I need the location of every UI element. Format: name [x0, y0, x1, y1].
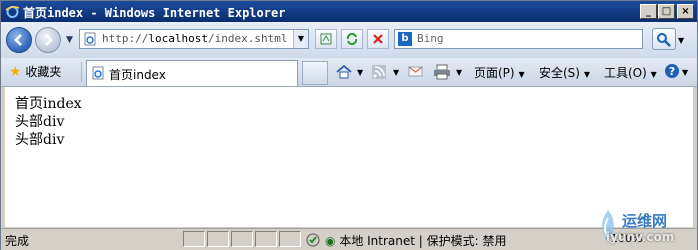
favorites-tab-bar: ★ 收藏夹 首页index ▼ ▼ ▼ 页面(P) ▼ 安全(S) ▼ 工具(O…: [1, 58, 697, 87]
address-url: http://localhost/index.shtml: [102, 32, 288, 45]
stop-icon: [373, 34, 383, 44]
address-dropdown-icon[interactable]: ▼: [293, 30, 308, 48]
ie-logo-icon: [5, 6, 20, 18]
content-line: 头部div: [15, 114, 65, 130]
status-pane: [279, 231, 301, 247]
forward-button[interactable]: [35, 27, 61, 53]
page-menu-label: 页面(P): [474, 66, 515, 80]
search-placeholder: Bing: [417, 32, 444, 45]
star-icon: ★: [9, 64, 22, 80]
mail-icon[interactable]: [407, 64, 425, 80]
print-dropdown-icon[interactable]: ▼: [456, 68, 462, 77]
minimize-button[interactable]: _: [640, 4, 657, 19]
maximize-button[interactable]: □: [658, 4, 675, 19]
forward-icon: [45, 34, 53, 46]
favorites-label: 收藏夹: [25, 65, 62, 79]
help-icon[interactable]: ?: [664, 63, 680, 79]
address-field[interactable]: http://localhost/index.shtml ▼: [79, 29, 309, 49]
status-pane: [183, 231, 205, 247]
back-icon: [14, 34, 22, 46]
svg-text:?: ?: [669, 65, 675, 78]
zone-text: 本地 Intranet | 保护模式: 禁用: [339, 234, 507, 248]
safety-menu[interactable]: 安全(S) ▼: [539, 64, 590, 81]
home-icon[interactable]: [335, 63, 353, 81]
page-icon: [84, 32, 96, 46]
bing-icon: b: [398, 32, 412, 46]
search-options-dropdown-icon[interactable]: ▼: [678, 36, 684, 45]
feeds-icon[interactable]: [371, 64, 387, 80]
back-button[interactable]: [6, 27, 32, 53]
stop-button[interactable]: [367, 29, 389, 49]
safety-menu-label: 安全(S): [539, 66, 580, 80]
divider: [81, 62, 82, 82]
protected-mode-icon[interactable]: [305, 232, 321, 248]
watermark-title: 运维网: [622, 212, 668, 230]
status-pane: [207, 231, 229, 247]
status-pane: [255, 231, 277, 247]
content-line: 头部div: [15, 132, 65, 148]
tab-label: 首页index: [109, 68, 166, 82]
window-title: 首页index - Windows Internet Explorer: [23, 6, 286, 20]
status-text: 完成: [5, 234, 30, 248]
address-toolbar: ▼ http://localhost/index.shtml ▼ b Bing …: [1, 22, 697, 58]
close-button[interactable]: ×: [677, 4, 694, 19]
search-go-icon: [657, 33, 671, 47]
tab-active[interactable]: 首页index: [86, 60, 298, 86]
browser-window: 首页index - Windows Internet Explorer _ □ …: [0, 0, 698, 250]
zone-info[interactable]: ◉ 本地 Intranet | 保护模式: 禁用: [325, 232, 507, 249]
tools-menu[interactable]: 工具(O) ▼: [604, 64, 657, 81]
refresh-icon: [346, 32, 358, 46]
tools-menu-label: 工具(O): [604, 66, 647, 80]
compat-view-button[interactable]: [315, 29, 337, 49]
content-line: 首页index: [15, 96, 82, 112]
help-dropdown-icon[interactable]: ▼: [682, 68, 688, 77]
search-field[interactable]: b Bing: [394, 29, 643, 49]
compat-view-icon: [320, 33, 332, 45]
title-bar: 首页index - Windows Internet Explorer _ □ …: [1, 1, 697, 22]
favorites-button[interactable]: ★ 收藏夹: [9, 63, 61, 80]
watermark: 运维网 iyunv.com: [586, 206, 696, 250]
watermark-url: iyunv.com: [606, 230, 675, 244]
page-icon: [92, 66, 104, 80]
home-dropdown-icon[interactable]: ▼: [357, 68, 363, 77]
intranet-icon: ◉: [325, 234, 336, 248]
feeds-dropdown-icon[interactable]: ▼: [393, 68, 399, 77]
new-tab-button[interactable]: [302, 61, 328, 85]
status-pane: [231, 231, 253, 247]
search-go-button[interactable]: [652, 28, 676, 50]
history-dropdown-icon[interactable]: ▼: [66, 35, 73, 45]
page-menu[interactable]: 页面(P) ▼: [474, 64, 525, 81]
refresh-button[interactable]: [341, 29, 363, 49]
print-icon[interactable]: [433, 64, 451, 80]
